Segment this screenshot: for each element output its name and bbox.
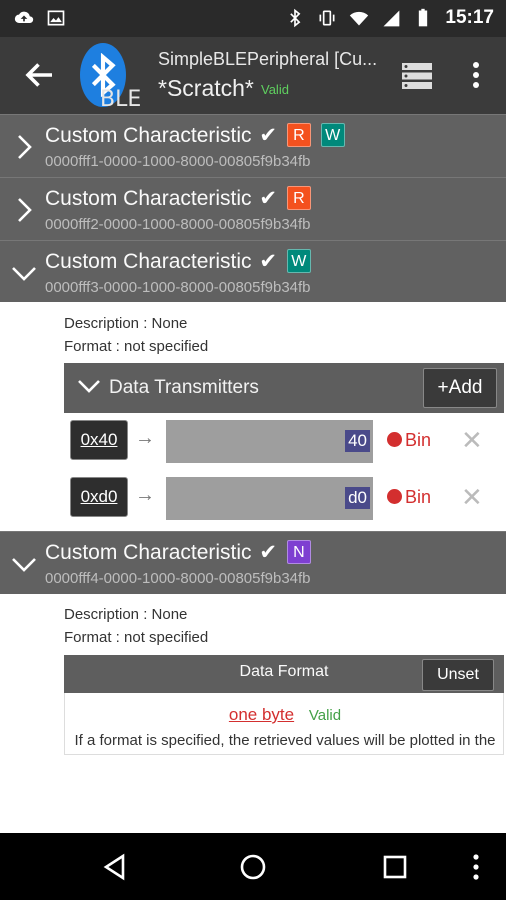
description-text: Description : None xyxy=(64,315,188,332)
back-arrow-icon[interactable] xyxy=(22,57,58,93)
value-text: d0 xyxy=(345,487,370,509)
chevron-down-icon xyxy=(12,558,36,572)
app-bar: BLE SimpleBLEPeripheral [Cu... *Scratch*… xyxy=(0,37,506,114)
unset-button[interactable]: Unset xyxy=(422,659,494,691)
characteristic-name: Custom Characteristic ✔ R xyxy=(45,186,311,211)
hex-value-button[interactable]: 0xd0 xyxy=(70,477,128,517)
characteristic-name: Custom Characteristic ✔ R W xyxy=(45,123,345,148)
format-text: Format : not specified xyxy=(64,338,209,355)
chevron-down-icon xyxy=(78,380,100,393)
fff4-meta: Description : None Format : not specifie… xyxy=(64,603,208,649)
description-text: Description : None xyxy=(64,606,188,623)
notify-badge: N xyxy=(286,540,311,564)
chevron-right-icon xyxy=(18,135,32,159)
hex-value-button[interactable]: 0x40 xyxy=(70,420,128,460)
cloud-upload-icon xyxy=(14,11,34,23)
characteristic-uuid: 0000fff3-0000-1000-8000-00805f9b34fb xyxy=(45,279,311,296)
chevron-down-icon xyxy=(12,267,36,281)
home-circle-icon[interactable] xyxy=(238,852,268,882)
arrow-icon: → xyxy=(135,427,155,449)
format-link[interactable]: one byte xyxy=(229,705,294,724)
characteristic-fff1[interactable]: Custom Characteristic ✔ R W 0000fff1-000… xyxy=(0,114,506,177)
battery-icon xyxy=(419,8,428,27)
characteristic-uuid: 0000fff2-0000-1000-8000-00805f9b34fb xyxy=(45,216,311,233)
database-icon[interactable] xyxy=(401,62,433,90)
transmitter-row: 0xd0 → d0 Bin ✕ xyxy=(70,477,504,521)
clock: 15:17 xyxy=(445,7,494,28)
format-hint: If a format is specified, the retrieved … xyxy=(74,732,496,749)
status-bar: 15:17 xyxy=(0,0,506,37)
send-value-bar[interactable]: 40 xyxy=(166,420,373,463)
chevron-right-icon xyxy=(18,198,32,222)
characteristic-fff3[interactable]: Custom Characteristic ✔ W 0000fff3-0000-… xyxy=(0,240,506,302)
fff3-meta: Description : None Format : not specifie… xyxy=(64,312,208,358)
data-transmitters-header[interactable]: Data Transmitters +Add xyxy=(64,363,504,413)
more-vert-icon[interactable] xyxy=(466,852,486,882)
write-badge: W xyxy=(286,249,311,273)
back-triangle-icon[interactable] xyxy=(100,852,130,882)
data-transmitters-label: Data Transmitters xyxy=(109,377,259,398)
check-icon: ✔ xyxy=(259,250,278,273)
close-icon[interactable]: ✕ xyxy=(461,425,483,456)
bin-toggle[interactable]: Bin xyxy=(387,430,431,451)
value-text: 40 xyxy=(345,430,370,452)
format-valid-label: Valid xyxy=(308,707,342,724)
data-format-body: one byte Valid If a format is specified,… xyxy=(64,693,504,755)
characteristic-name: Custom Characteristic ✔ W xyxy=(45,249,311,274)
record-dot-icon xyxy=(387,432,402,447)
characteristic-fff4[interactable]: Custom Characteristic ✔ N 0000fff4-0000-… xyxy=(0,531,506,594)
data-format-header: Data Format Unset xyxy=(64,655,504,693)
send-value-bar[interactable]: d0 xyxy=(166,477,373,520)
wifi-icon xyxy=(350,11,369,26)
write-badge: W xyxy=(320,123,345,147)
profile-name: *Scratch* xyxy=(158,75,254,101)
image-icon xyxy=(47,10,65,26)
navigation-bar xyxy=(0,833,506,900)
recents-square-icon[interactable] xyxy=(380,852,410,882)
check-icon: ✔ xyxy=(259,124,278,147)
read-badge: R xyxy=(286,123,311,147)
more-vert-icon[interactable] xyxy=(466,59,486,91)
read-badge: R xyxy=(286,186,311,210)
bluetooth-icon xyxy=(290,8,301,28)
record-dot-icon xyxy=(387,489,402,504)
characteristic-uuid: 0000fff4-0000-1000-8000-00805f9b34fb xyxy=(45,570,311,587)
close-icon[interactable]: ✕ xyxy=(461,482,483,513)
data-format-panel: Data Format Unset one byte Valid If a fo… xyxy=(64,655,504,755)
check-icon: ✔ xyxy=(259,187,278,210)
transmitter-row: 0x40 → 40 Bin ✕ xyxy=(70,420,504,464)
characteristic-fff2[interactable]: Custom Characteristic ✔ R 0000fff2-0000-… xyxy=(0,177,506,240)
bin-toggle[interactable]: Bin xyxy=(387,487,431,508)
signal-icon xyxy=(383,10,400,27)
device-title: SimpleBLEPeripheral [Cu... xyxy=(158,49,378,69)
characteristic-uuid: 0000fff1-0000-1000-8000-00805f9b34fb xyxy=(45,153,311,170)
bluetooth-logo-icon: BLE xyxy=(78,43,148,113)
format-text: Format : not specified xyxy=(64,629,209,646)
arrow-icon: → xyxy=(135,484,155,506)
valid-label: Valid xyxy=(261,82,289,97)
vibrate-icon xyxy=(319,10,335,26)
add-button[interactable]: +Add xyxy=(423,368,497,408)
check-icon: ✔ xyxy=(259,541,278,564)
logo-text: BLE xyxy=(100,87,142,112)
characteristic-name: Custom Characteristic ✔ N xyxy=(45,540,311,565)
